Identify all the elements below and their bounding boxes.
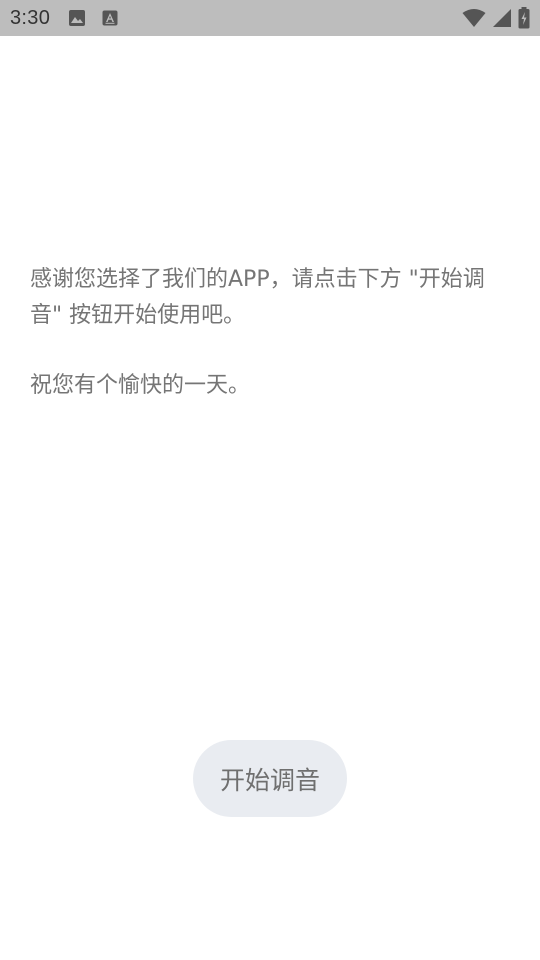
text-icon bbox=[102, 10, 118, 26]
wish-paragraph: 祝您有个愉快的一天。 bbox=[30, 373, 251, 398]
welcome-message: 感谢您选择了我们的APP，请点击下方 "开始调音" 按钮开始使用吧。 祝您有个愉… bbox=[30, 262, 512, 404]
status-time: 3:30 bbox=[10, 6, 51, 29]
start-tuning-button[interactable]: 开始调音 bbox=[193, 740, 347, 817]
status-bar: 3:30 bbox=[0, 0, 540, 36]
welcome-paragraph: 感谢您选择了我们的APP，请点击下方 "开始调音" 按钮开始使用吧。 bbox=[30, 267, 485, 328]
signal-icon bbox=[492, 8, 512, 28]
wifi-icon bbox=[462, 8, 486, 28]
app-screen: 3:30 感谢您选择了我们的APP，请点击下方 "开始调音" 按钮开始使用吧。 … bbox=[0, 0, 540, 960]
image-icon bbox=[68, 9, 86, 27]
status-right-icons bbox=[462, 0, 530, 36]
battery-charging-icon bbox=[518, 7, 530, 29]
status-left-icons bbox=[68, 9, 118, 27]
